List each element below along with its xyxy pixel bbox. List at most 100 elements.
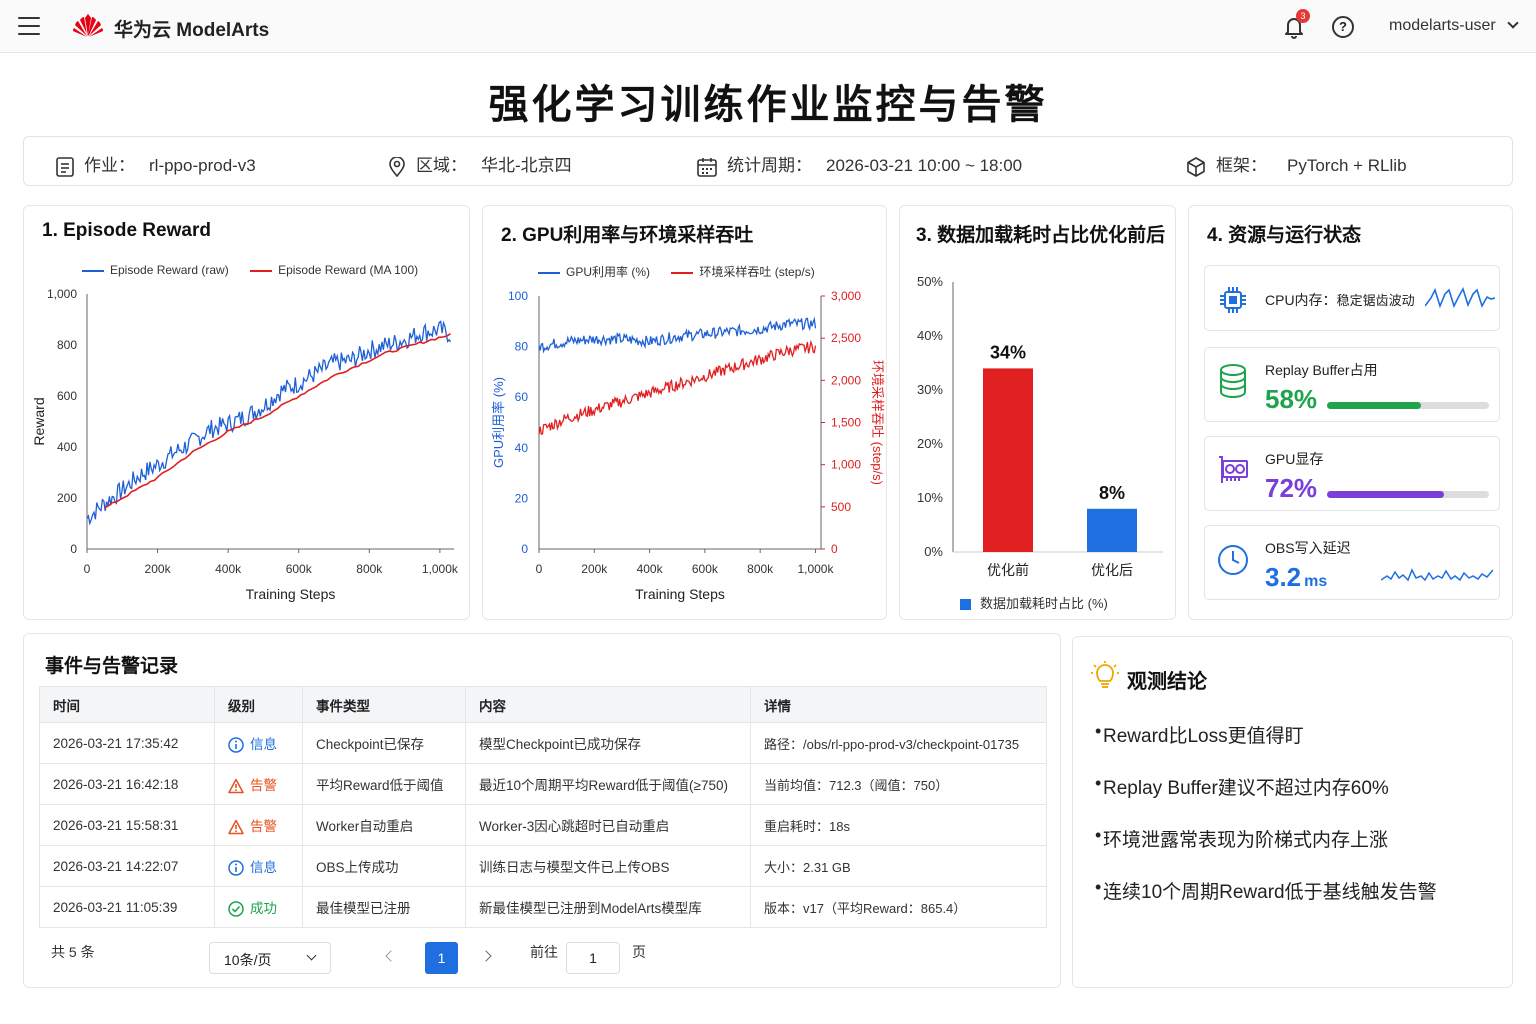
gpu-throughput-card: 2. GPU利用率与环境采样吞吐 GPU利用率 (%) 环境采样吞吐 (step… bbox=[482, 205, 887, 620]
y-tick-label: 30% bbox=[917, 382, 943, 397]
goto-page-input[interactable]: 1 bbox=[566, 942, 620, 974]
menu-icon[interactable] bbox=[18, 17, 40, 35]
column-header[interactable]: 时间 bbox=[39, 686, 215, 723]
x-tick-label: 1,000k bbox=[422, 562, 459, 576]
huawei-logo bbox=[73, 14, 103, 37]
help-icon[interactable]: ? bbox=[1332, 16, 1354, 38]
y-right-tick-label: 2,500 bbox=[831, 331, 861, 345]
gpu-memory-panel: GPU显存 72% bbox=[1204, 436, 1500, 511]
y-tick-label: 200 bbox=[57, 491, 77, 505]
table-row[interactable]: 2026-03-21 14:22:07 信息 OBS上传成功 训练日志与模型文件已上传… bbox=[39, 845, 1047, 887]
event-detail: 当前均值：712.3（阈值：750） bbox=[750, 763, 1047, 805]
period-value: 2026-03-21 10:00 ~ 18:00 bbox=[826, 156, 1023, 175]
event-detail: 版本：v17（平均Reward：865.4） bbox=[750, 886, 1047, 928]
table-row[interactable]: 2026-03-21 15:58:31 告警 Worker自动重启 Worker-3因… bbox=[39, 804, 1047, 846]
database-icon bbox=[1220, 364, 1246, 398]
y-right-tick-label: 1,000 bbox=[831, 458, 861, 472]
framework-label: 框架： bbox=[1216, 156, 1267, 175]
y-right-axis-label: 环境采样吞吐 (step/s) bbox=[870, 360, 885, 485]
cpu-sparkline bbox=[1425, 287, 1495, 309]
event-content: 新最佳模型已注册到ModelArts模型库 bbox=[465, 886, 751, 928]
job-value: rl-ppo-prod-v3 bbox=[149, 156, 256, 175]
y-tick-label: 800 bbox=[57, 338, 77, 352]
document-icon bbox=[56, 156, 74, 177]
category-label: 优化后 bbox=[1091, 562, 1133, 578]
y-tick-label: 20% bbox=[917, 436, 943, 451]
y-right-tick-label: 3,000 bbox=[831, 289, 861, 303]
total-count: 共 5 条 bbox=[51, 944, 95, 960]
y-tick-label: 40% bbox=[917, 328, 943, 343]
events-title: 事件与告警记录 bbox=[45, 656, 179, 677]
x-axis-label: Training Steps bbox=[246, 586, 336, 602]
event-type: 平均Reward低于阈值 bbox=[302, 763, 466, 805]
page-size-select[interactable]: 10条/页 bbox=[209, 942, 331, 974]
level-label: 信息 bbox=[250, 736, 277, 752]
y-left-tick-label: 40 bbox=[515, 441, 529, 455]
level-label: 告警 bbox=[250, 777, 277, 793]
event-content: Worker-3因心跳超时已自动重启 bbox=[465, 804, 751, 846]
event-time: 2026-03-21 11:05:39 bbox=[39, 886, 215, 928]
column-header[interactable]: 事件类型 bbox=[302, 686, 466, 723]
user-menu[interactable]: modelarts-user bbox=[1389, 17, 1496, 35]
current-page-button[interactable]: 1 bbox=[425, 942, 458, 974]
job-info-bar: 作业： rl-ppo-prod-v3 区域： 华北-北京四 统计周期： 2026-03… bbox=[23, 136, 1513, 186]
column-header[interactable]: 内容 bbox=[465, 686, 751, 723]
level-label: 告警 bbox=[250, 818, 277, 834]
table-row[interactable]: 2026-03-21 17:35:42 信息 Checkpoint已保存 模型Chec… bbox=[39, 722, 1047, 764]
chevron-down-icon bbox=[306, 950, 317, 961]
x-tick-label: 0 bbox=[536, 562, 543, 576]
next-page-icon[interactable] bbox=[480, 950, 492, 962]
replay-label: Replay Buffer占用 bbox=[1265, 362, 1378, 378]
event-detail: 重启耗时：18s bbox=[750, 804, 1047, 846]
obs-latency-panel: OBS写入延迟 3.2 ms bbox=[1204, 525, 1500, 600]
region-value: 华北-北京四 bbox=[481, 156, 572, 175]
x-tick-label: 1,000k bbox=[797, 562, 834, 576]
column-header[interactable]: 详情 bbox=[750, 686, 1047, 723]
bar bbox=[1087, 508, 1137, 552]
y-tick-label: 0 bbox=[70, 542, 77, 556]
obs-unit: ms bbox=[1304, 573, 1328, 590]
region-label: 区域： bbox=[416, 156, 467, 175]
gpu-progress-track bbox=[1327, 491, 1489, 498]
page-suffix: 页 bbox=[632, 944, 646, 960]
y-left-tick-label: 80 bbox=[515, 340, 529, 354]
column-header[interactable]: 级别 bbox=[214, 686, 303, 723]
resource-status-card: 4. 资源与运行状态 CPU内存：稳定锯齿波动 Replay Buffer占用 … bbox=[1188, 205, 1513, 620]
event-content: 训练日志与模型文件已上传OBS bbox=[465, 845, 751, 887]
y-tick-label: 400 bbox=[57, 440, 77, 454]
event-content: 最近10个周期平均Reward低于阈值(≥750) bbox=[465, 763, 751, 805]
y-right-tick-label: 0 bbox=[831, 542, 838, 556]
level-label: 成功 bbox=[250, 900, 277, 916]
cpu-icon bbox=[1220, 287, 1246, 313]
conclusion-item: Replay Buffer建议不超过内存60% bbox=[1095, 773, 1389, 800]
calendar-icon bbox=[697, 157, 717, 177]
chevron-down-icon[interactable] bbox=[1507, 17, 1519, 29]
location-icon bbox=[389, 156, 405, 177]
lightbulb-icon bbox=[1091, 661, 1119, 688]
obs-value: 3.2 bbox=[1265, 562, 1302, 592]
prev-page-icon[interactable] bbox=[385, 950, 397, 962]
replay-progress-fill bbox=[1327, 402, 1421, 409]
event-level: 告警 bbox=[214, 804, 303, 846]
y-tick-label: 600 bbox=[57, 389, 77, 403]
event-type: 最佳模型已注册 bbox=[302, 886, 466, 928]
x-axis-label: Training Steps bbox=[635, 586, 725, 602]
brand-name: 华为云 ModelArts bbox=[114, 20, 270, 41]
y-tick-label: 0% bbox=[924, 544, 943, 559]
period-info: 统计周期： 2026-03-21 10:00 ~ 18:00 bbox=[697, 151, 1022, 177]
event-type: Worker自动重启 bbox=[302, 804, 466, 846]
event-type: Checkpoint已保存 bbox=[302, 722, 466, 764]
resource-title: 4. 资源与运行状态 bbox=[1207, 225, 1362, 246]
table-row[interactable]: 2026-03-21 11:05:39 成功 最佳模型已注册 新最佳模型已注册到Mod… bbox=[39, 886, 1047, 928]
table-row[interactable]: 2026-03-21 16:42:18 告警 平均Reward低于阈值 最近10个周期… bbox=[39, 763, 1047, 805]
legend-label: 数据加载耗时占比 (%) bbox=[980, 596, 1108, 611]
y-tick-label: 1,000 bbox=[47, 287, 77, 301]
conclusion-item: 连续10个周期Reward低于基线触发告警 bbox=[1095, 877, 1437, 904]
data-loading-chart: 0% 10% 20% 30% 40% 50% 34% 优化前 8% 优化后 bbox=[917, 274, 1163, 578]
info-icon bbox=[228, 860, 244, 876]
x-tick-label: 400k bbox=[215, 562, 242, 576]
series-line-throughput bbox=[538, 339, 817, 436]
replay-percent: 58% bbox=[1265, 384, 1318, 414]
notification-badge: 3 bbox=[1296, 9, 1310, 23]
region-info: 区域： 华北-北京四 bbox=[388, 151, 572, 177]
